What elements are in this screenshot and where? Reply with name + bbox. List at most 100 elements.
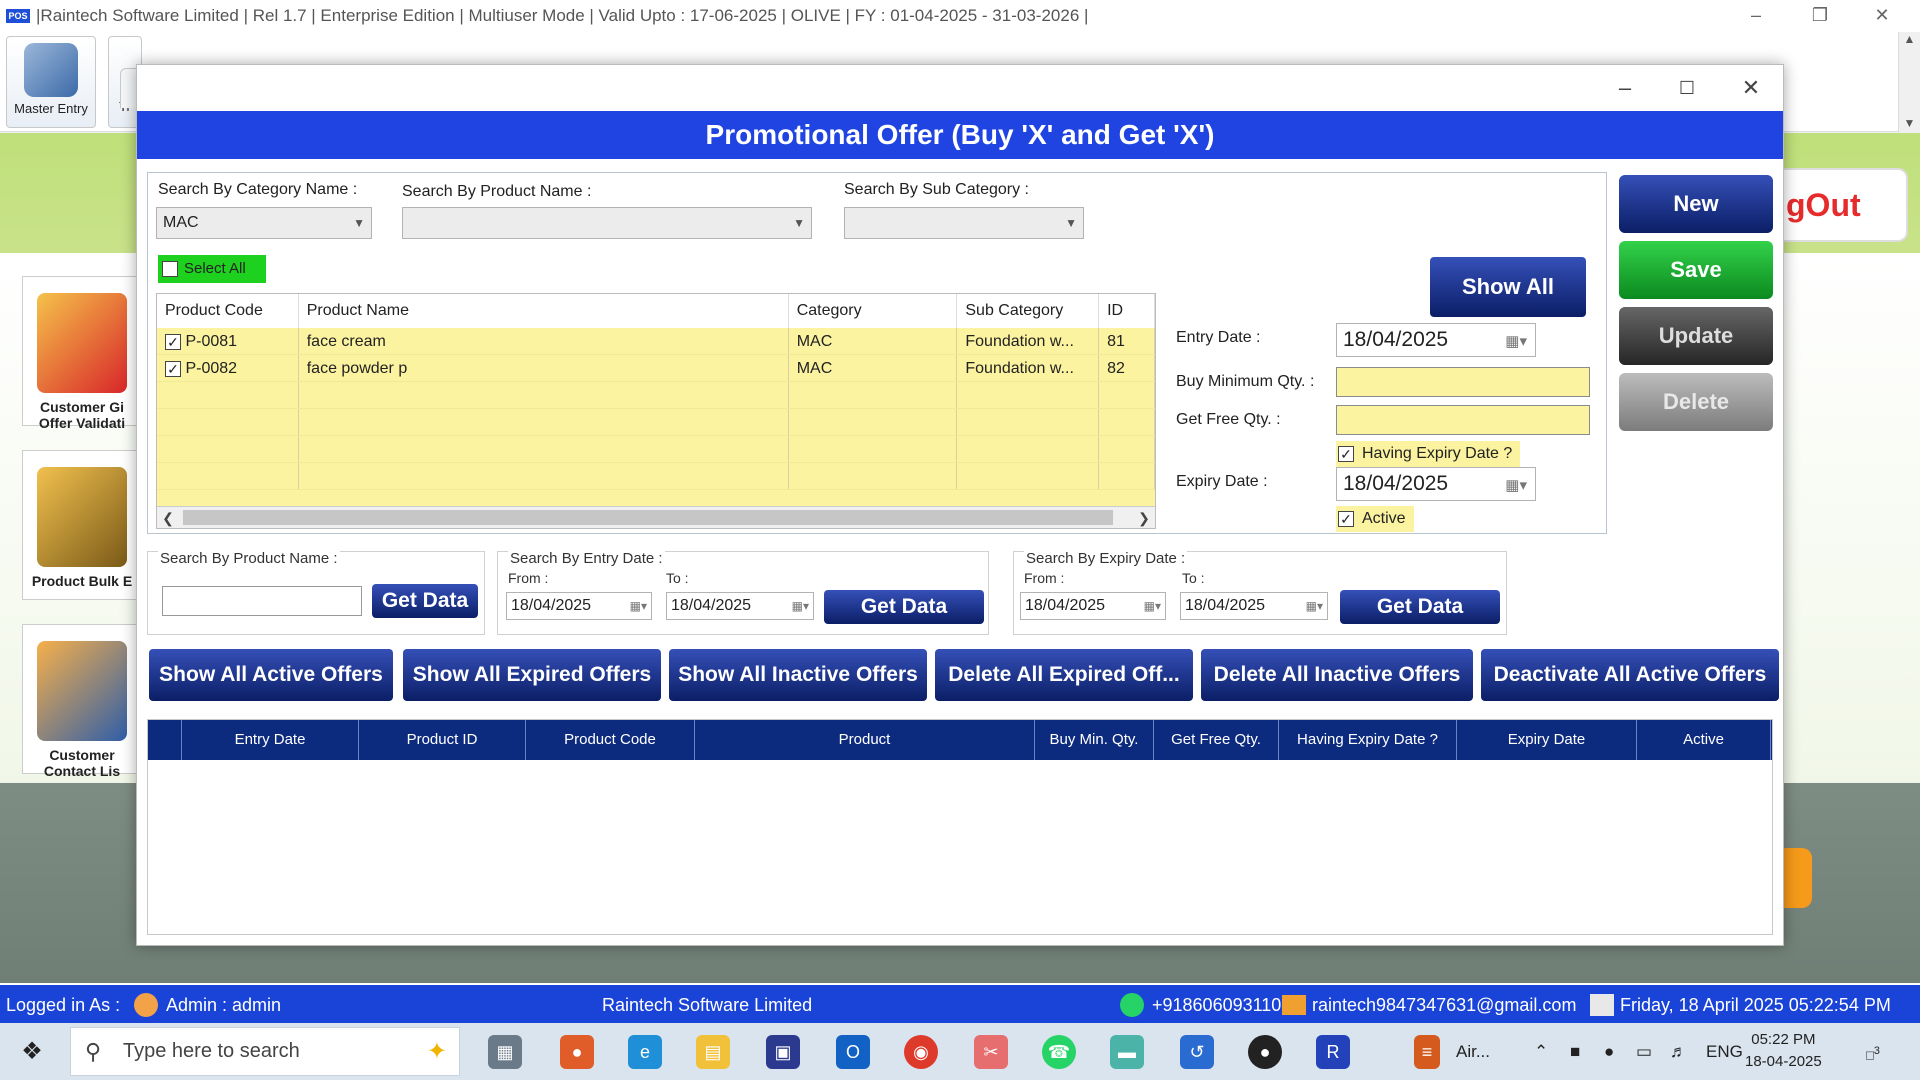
get-data-button-expiry[interactable]: Get Data <box>1340 590 1500 624</box>
column-header[interactable]: Product Name <box>299 294 789 328</box>
calendar-icon[interactable]: ▦▾ <box>1505 470 1527 502</box>
chrome-icon[interactable]: ◉ <box>904 1035 938 1069</box>
show-inactive-offers-button[interactable]: Show All Inactive Offers <box>669 649 927 701</box>
row-checkbox[interactable]: ✓ <box>165 333 181 350</box>
notification-icon[interactable]: □3 <box>1866 1023 1880 1080</box>
product-code-cell[interactable]: ✓ P-0081 <box>157 328 299 354</box>
app-close-button[interactable]: ✕ <box>1852 0 1912 32</box>
column-header[interactable]: Entry Date <box>182 720 359 760</box>
column-header[interactable]: Product Code <box>157 294 299 328</box>
edge-icon[interactable]: e <box>628 1035 662 1069</box>
column-header[interactable]: Active <box>1637 720 1771 760</box>
microphone-icon[interactable]: ● <box>1604 1023 1614 1080</box>
side-card-product-bulk[interactable]: Product Bulk E <box>22 450 142 600</box>
product-code-cell[interactable]: ✓ P-0082 <box>157 355 299 381</box>
expiry-to-date-picker[interactable]: 18/04/2025 ▦▾ <box>1180 592 1328 620</box>
entry-date-picker[interactable]: 18/04/2025 ▦▾ <box>1336 323 1536 357</box>
select-all-checkbox[interactable]: Select All <box>158 255 266 283</box>
product-select[interactable]: ▼ <box>402 207 812 239</box>
column-header[interactable]: Expiry Date <box>1457 720 1637 760</box>
having-expiry-checkbox[interactable]: ✓ Having Expiry Date ? <box>1336 441 1521 467</box>
get-data-button-entry[interactable]: Get Data <box>824 590 984 624</box>
whatsapp-icon[interactable]: ☎ <box>1042 1035 1076 1069</box>
volume-icon[interactable]: ♬ <box>1670 1023 1687 1080</box>
column-header[interactable]: Product Code <box>526 720 695 760</box>
get-free-qty-input[interactable] <box>1336 405 1590 435</box>
show-all-button[interactable]: Show All <box>1430 257 1586 317</box>
master-entry-button[interactable]: Master Entry <box>6 36 96 128</box>
remote-desktop-icon[interactable]: ↺ <box>1180 1035 1214 1069</box>
update-button[interactable]: Update <box>1619 307 1773 365</box>
snipping-tool-icon[interactable]: ✂ <box>974 1035 1008 1069</box>
calendar-icon[interactable]: ▦▾ <box>792 593 809 619</box>
scroll-left-icon[interactable]: ❮ <box>157 507 179 528</box>
dialog-close-button[interactable]: ✕ <box>1723 71 1779 105</box>
network-icon[interactable]: ■ <box>1570 1023 1580 1080</box>
taskbar-search-input[interactable]: ⚲ Type here to search ✦ <box>70 1027 460 1076</box>
category-cell: MAC <box>789 355 958 381</box>
subcategory-select[interactable]: ▼ <box>844 207 1084 239</box>
column-header[interactable]: Buy Min. Qty. <box>1035 720 1154 760</box>
grid-horizontal-scrollbar[interactable]: ❮ ❯ <box>157 506 1155 528</box>
app-restore-button[interactable]: ❐ <box>1790 0 1850 32</box>
show-expired-offers-button[interactable]: Show All Expired Offers <box>403 649 661 701</box>
windows-start-icon[interactable]: ❖ <box>10 1035 54 1069</box>
show-active-offers-button[interactable]: Show All Active Offers <box>149 649 393 701</box>
offer-form-panel: Search By Category Name : MAC ▼ Search B… <box>147 172 1607 534</box>
calendar-icon[interactable]: ▦▾ <box>1505 326 1527 358</box>
app-minimize-button[interactable]: – <box>1726 0 1786 32</box>
column-header[interactable]: ID <box>1099 294 1155 328</box>
clock-time: 05:22 PM <box>1751 1031 1816 1048</box>
calendar-icon[interactable]: ▦▾ <box>630 593 647 619</box>
expiry-date-picker[interactable]: 18/04/2025 ▦▾ <box>1336 467 1536 501</box>
table-row <box>157 382 1155 409</box>
entry-to-date-picker[interactable]: 18/04/2025 ▦▾ <box>666 592 814 620</box>
calendar-icon[interactable]: ▦▾ <box>1306 593 1323 619</box>
side-card-customer-gift[interactable]: Customer Gi Offer Validati <box>22 276 142 431</box>
category-select[interactable]: MAC ▼ <box>156 207 372 239</box>
app-icon[interactable]: ▬ <box>1110 1035 1144 1069</box>
column-header[interactable]: Category <box>789 294 958 328</box>
tray-app-label[interactable]: Air... <box>1456 1023 1490 1080</box>
task-view-icon[interactable]: ▦ <box>488 1035 522 1069</box>
column-header[interactable]: Having Expiry Date ? <box>1279 720 1457 760</box>
dialog-minimize-button[interactable]: – <box>1597 71 1653 105</box>
logout-button[interactable]: gOut <box>1770 168 1908 242</box>
scroll-right-icon[interactable]: ❯ <box>1133 507 1155 528</box>
side-card-customer-contact[interactable]: Customer Contact Lis <box>22 624 142 779</box>
row-checkbox[interactable]: ✓ <box>165 360 181 377</box>
table-row[interactable]: ✓ P-0081 face cream MAC Foundation w... … <box>157 328 1155 355</box>
tray-app-icon[interactable]: ≡ <box>1414 1035 1440 1069</box>
buy-min-qty-input[interactable] <box>1336 367 1590 397</box>
entry-from-date-picker[interactable]: 18/04/2025 ▦▾ <box>506 592 652 620</box>
column-header[interactable]: Sub Category <box>957 294 1100 328</box>
file-explorer-icon[interactable]: ▤ <box>696 1035 730 1069</box>
column-header[interactable]: Product <box>695 720 1035 760</box>
save-button[interactable]: Save <box>1619 241 1773 299</box>
table-row[interactable]: ✓ P-0082 face powder p MAC Foundation w.… <box>157 355 1155 382</box>
column-header[interactable]: Product ID <box>359 720 526 760</box>
column-header[interactable]: Get Free Qty. <box>1154 720 1279 760</box>
active-checkbox[interactable]: ✓ Active <box>1336 506 1414 532</box>
outlook-icon[interactable]: O <box>836 1035 870 1069</box>
get-data-button-product[interactable]: Get Data <box>372 584 478 618</box>
scroll-thumb[interactable] <box>183 510 1113 525</box>
deactivate-active-offers-button[interactable]: Deactivate All Active Offers <box>1481 649 1779 701</box>
delete-inactive-offers-button[interactable]: Delete All Inactive Offers <box>1201 649 1473 701</box>
media-icon[interactable]: ● <box>1248 1035 1282 1069</box>
dialog-maximize-button[interactable]: ☐ <box>1659 71 1715 105</box>
display-icon[interactable]: ▭ <box>1636 1023 1652 1080</box>
copilot-icon[interactable]: ● <box>560 1035 594 1069</box>
chevron-up-icon[interactable]: ⌃ <box>1534 1023 1548 1080</box>
new-button[interactable]: New <box>1619 175 1773 233</box>
calendar-icon[interactable]: ▦▾ <box>1144 593 1161 619</box>
language-indicator[interactable]: ENG <box>1706 1023 1743 1080</box>
filter-product-input[interactable] <box>162 586 362 616</box>
delete-button[interactable]: Delete <box>1619 373 1773 431</box>
filter-by-product-label: Search By Product Name : <box>158 550 340 567</box>
expiry-from-date-picker[interactable]: 18/04/2025 ▦▾ <box>1020 592 1166 620</box>
delete-expired-offers-button[interactable]: Delete All Expired Off... <box>935 649 1193 701</box>
store-icon[interactable]: ▣ <box>766 1035 800 1069</box>
taskbar-clock[interactable]: 05:22 PM 18-04-2025 <box>1745 1029 1822 1073</box>
raintech-icon[interactable]: R <box>1316 1035 1350 1069</box>
